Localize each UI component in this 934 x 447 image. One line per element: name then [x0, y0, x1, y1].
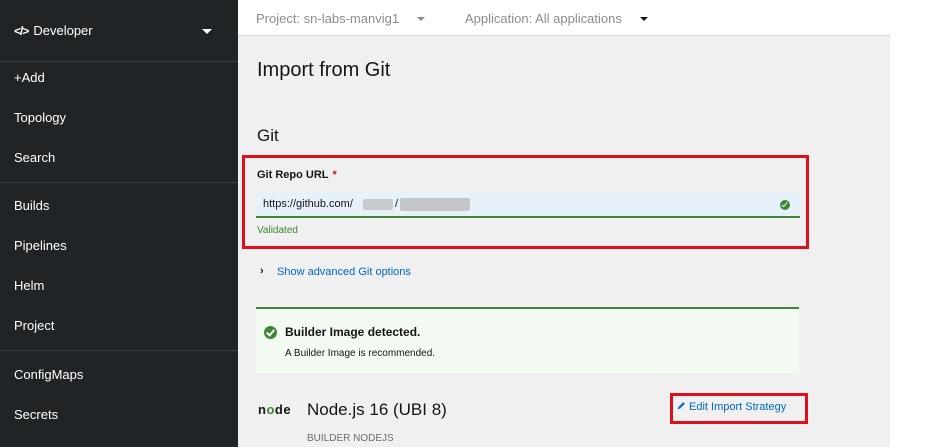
project-caret-icon [417, 17, 425, 21]
nodejs-logo-icon: node [258, 402, 292, 417]
caret-down-icon [202, 29, 212, 34]
sidebar: </> Developer +Add Topology Search Build… [0, 0, 238, 447]
sidebar-item-configmaps[interactable]: ConfigMaps [14, 367, 83, 382]
sidebar-item-helm[interactable]: Helm [14, 278, 44, 293]
chevron-right-icon[interactable]: › [260, 265, 264, 277]
sidebar-divider [0, 182, 238, 183]
sidebar-item-secrets[interactable]: Secrets [14, 407, 58, 422]
section-title: Git [257, 126, 279, 145]
context-bar: Project: sn-labs-manvig1 Application: Al… [238, 0, 890, 36]
builder-image-subtitle: BUILDER NODEJS [307, 433, 394, 444]
sidebar-item-pipelines[interactable]: Pipelines [14, 238, 67, 253]
check-circle-icon [264, 326, 277, 339]
application-selector[interactable]: Application: All applications [465, 11, 622, 26]
code-icon: </> [14, 23, 29, 38]
builder-image-title: Node.js 16 (UBI 8) [307, 400, 447, 419]
perspective-switcher[interactable]: </> Developer [0, 0, 238, 62]
sidebar-item-builds[interactable]: Builds [14, 198, 49, 213]
page-title: Import from Git [257, 59, 391, 81]
highlight-git-repo [242, 155, 809, 249]
project-selector[interactable]: Project: sn-labs-manvig1 [256, 11, 399, 26]
sidebar-item-add[interactable]: +Add [14, 70, 45, 85]
builder-image-alert: Builder Image detected. A Builder Image … [256, 307, 799, 373]
application-caret-icon [640, 17, 648, 21]
highlight-edit-import [670, 393, 808, 424]
sidebar-item-project[interactable]: Project [14, 318, 54, 333]
perspective-label: Developer [33, 23, 93, 38]
alert-body: A Builder Image is recommended. [285, 348, 436, 359]
alert-title: Builder Image detected. [285, 325, 421, 339]
sidebar-divider [0, 350, 238, 351]
sidebar-item-search[interactable]: Search [14, 150, 55, 165]
sidebar-item-topology[interactable]: Topology [14, 110, 66, 125]
show-advanced-git-options-link[interactable]: Show advanced Git options [277, 266, 411, 278]
